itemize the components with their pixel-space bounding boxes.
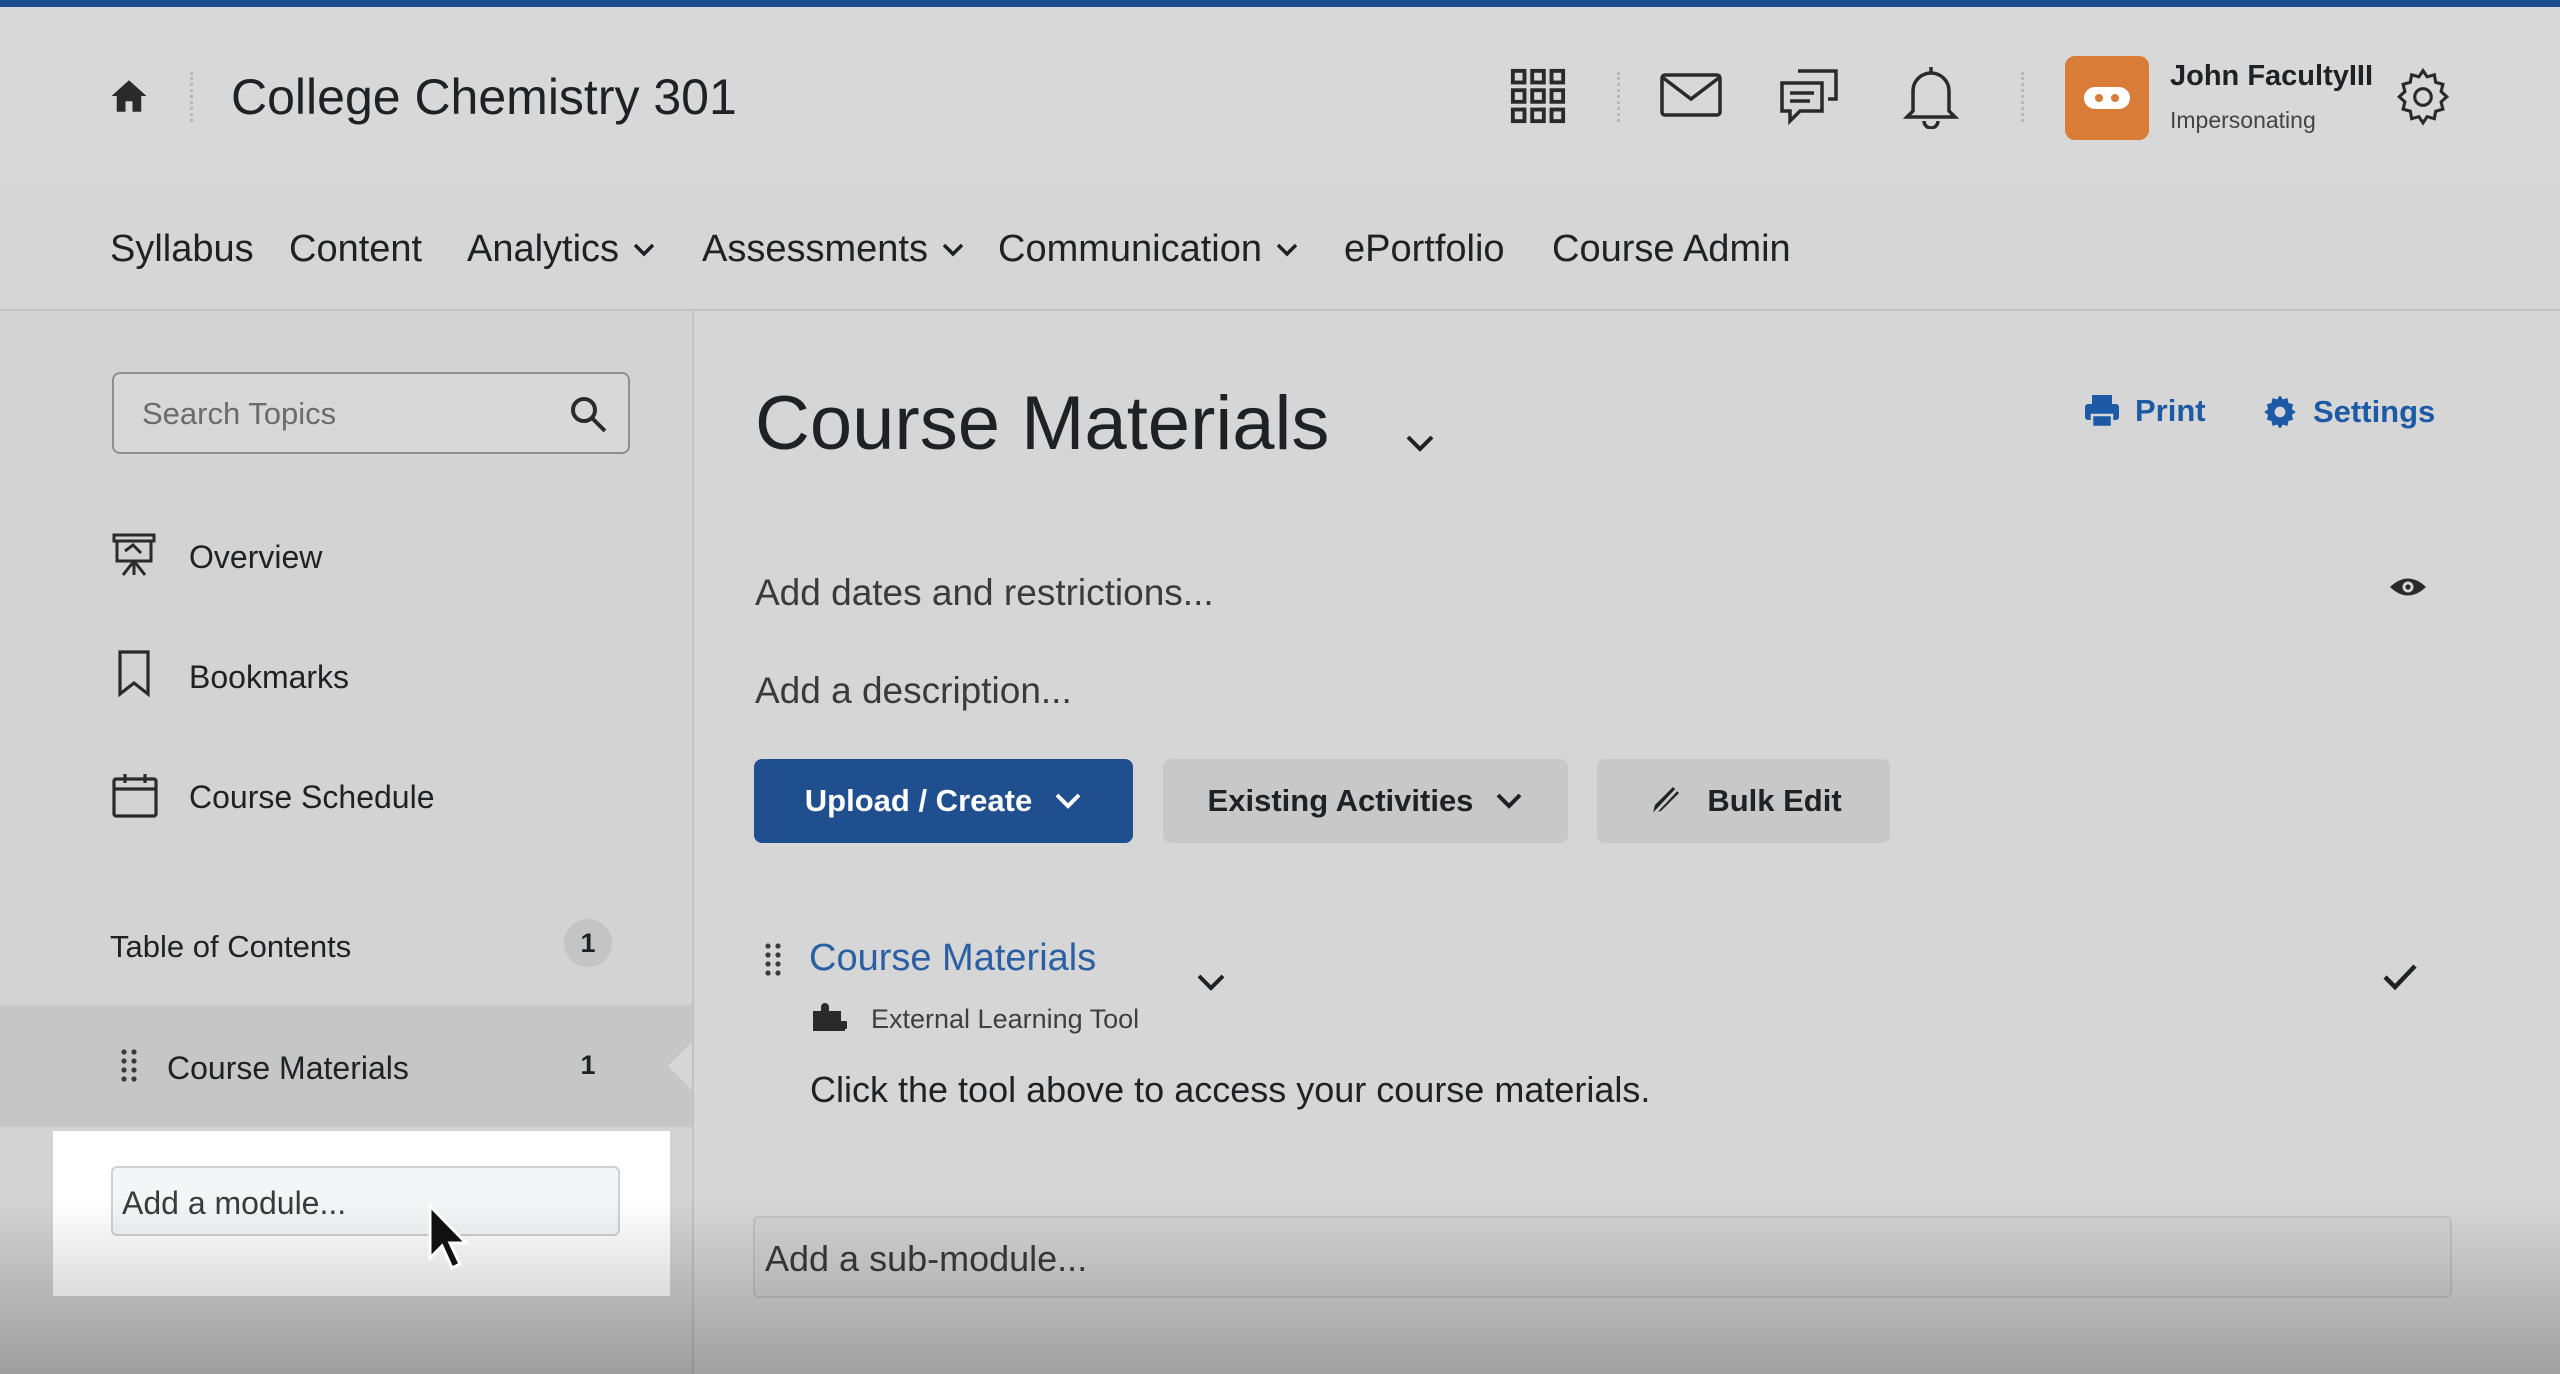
button-label: Bulk Edit [1707, 783, 1842, 818]
settings-label: Settings [2313, 394, 2436, 429]
nav-label: Assessments [702, 228, 928, 270]
nav-syllabus[interactable]: Syllabus [110, 228, 254, 271]
nav-label: Course Admin [1552, 228, 1791, 270]
mail-icon[interactable] [1658, 70, 1724, 120]
drag-handle-icon[interactable] [118, 1046, 140, 1086]
topic-type: External Learning Tool [871, 1004, 1140, 1034]
mouse-cursor-icon [426, 1202, 474, 1274]
nav-label: Communication [998, 228, 1262, 270]
search-icon[interactable] [566, 392, 610, 436]
button-label: Existing Activities [1207, 783, 1474, 818]
nav-label: Syllabus [110, 228, 254, 270]
toc-label[interactable]: Table of Contents [110, 929, 351, 965]
chevron-down-icon [1497, 793, 1522, 809]
checkmark-icon[interactable] [2380, 960, 2420, 994]
avatar-icon[interactable] [2065, 56, 2149, 140]
home-icon[interactable] [108, 75, 150, 117]
header-divider [2021, 72, 2024, 122]
active-row-pointer [668, 1042, 692, 1090]
topic-description: Click the tool above to access your cour… [810, 1069, 1651, 1110]
button-label: Upload / Create [804, 783, 1033, 818]
nav-course-admin[interactable]: Course Admin [1552, 228, 1791, 271]
settings-gear-icon [2264, 395, 2296, 429]
topic-title-link[interactable]: Course Materials [809, 937, 1096, 980]
module-label[interactable]: Course Materials [167, 1050, 409, 1087]
page-title[interactable]: Course Materials [755, 380, 1329, 467]
header-divider [1617, 72, 1620, 122]
bell-icon[interactable] [1898, 62, 1964, 130]
add-submodule-placeholder: Add a sub-module... [765, 1238, 1088, 1279]
module-count-badge: 1 [580, 1050, 596, 1080]
pencil-icon [1650, 783, 1683, 819]
title-chevron-down-icon[interactable] [1402, 428, 1438, 458]
user-status: Impersonating [2170, 107, 2316, 133]
nav-content[interactable]: Content [289, 228, 422, 271]
nav-assessments[interactable]: Assessments [702, 228, 964, 271]
header-divider [190, 72, 193, 122]
puzzle-icon [810, 1000, 848, 1034]
drag-handle-icon[interactable] [762, 940, 784, 980]
chat-icon[interactable] [1777, 62, 1843, 128]
search-placeholder: Search Topics [142, 396, 337, 431]
topic-chevron-down-icon[interactable] [1194, 968, 1228, 996]
user-name[interactable]: John FacultyIII [2170, 60, 2373, 93]
presentation-icon [110, 530, 158, 580]
chevron-down-icon [633, 243, 655, 256]
print-label: Print [2135, 393, 2206, 428]
existing-activities-button[interactable]: Existing Activities [1163, 759, 1568, 843]
add-module-placeholder: Add a module... [122, 1185, 347, 1221]
course-title[interactable]: College Chemistry 301 [231, 68, 737, 126]
chevron-down-icon [942, 243, 964, 256]
print-button[interactable]: Print [2083, 393, 2206, 429]
printer-icon [2085, 395, 2119, 429]
add-dates-link[interactable]: Add dates and restrictions... [755, 572, 1214, 614]
sidebar-item-overview[interactable]: Overview [189, 539, 322, 576]
nav-communication[interactable]: Communication [998, 228, 1298, 271]
nav-label: ePortfolio [1344, 228, 1505, 270]
chevron-down-icon [1055, 793, 1081, 809]
chevron-down-icon [1276, 243, 1298, 256]
top-accent-line [0, 0, 2560, 7]
nav-label: Content [289, 228, 423, 270]
bulk-edit-button[interactable]: Bulk Edit [1597, 759, 1890, 843]
nav-label: Analytics [467, 228, 620, 270]
sidebar-item-course-schedule[interactable]: Course Schedule [189, 779, 434, 816]
toc-count-badge: 1 [564, 919, 612, 967]
bookmark-icon [112, 648, 156, 698]
add-description-link[interactable]: Add a description... [755, 670, 1072, 712]
upload-create-button[interactable]: Upload / Create [754, 759, 1133, 843]
sidebar-item-bookmarks[interactable]: Bookmarks [189, 659, 349, 696]
settings-button[interactable]: Settings [2261, 393, 2435, 431]
gear-icon[interactable] [2390, 64, 2456, 130]
apps-grid-icon[interactable] [1508, 66, 1568, 126]
calendar-icon [110, 770, 160, 820]
nav-analytics[interactable]: Analytics [467, 228, 655, 271]
nav-eportfolio[interactable]: ePortfolio [1344, 228, 1505, 271]
visibility-eye-icon[interactable] [2388, 572, 2428, 602]
